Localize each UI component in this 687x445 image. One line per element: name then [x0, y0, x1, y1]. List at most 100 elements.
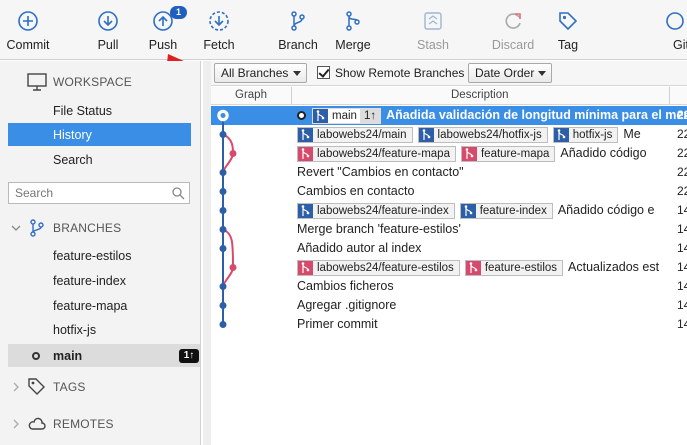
- sidebar-search-input[interactable]: [15, 186, 165, 200]
- commit-description: Agregar .gitignore: [297, 298, 396, 314]
- branch-icon: [291, 11, 305, 31]
- commit-button[interactable]: Commit: [0, 8, 56, 56]
- branch-tag-name: labowebs24/feature-index: [317, 205, 449, 217]
- sidebar-item-label: History: [53, 128, 92, 142]
- tags-section-header[interactable]: TAGS: [0, 374, 201, 400]
- chevron-right-icon: [13, 419, 19, 429]
- commit-date: 14: [677, 298, 687, 312]
- sidebar-item-file-status[interactable]: File Status: [8, 99, 191, 122]
- branches-section-header[interactable]: BRANCHES: [0, 215, 201, 241]
- branch-icon: [418, 128, 434, 142]
- order-select[interactable]: Date Order: [468, 63, 552, 83]
- graph-commit-node: [219, 188, 227, 195]
- commit-message: Añadido código: [560, 146, 647, 160]
- commit-description: Revert "Cambios en contacto": [297, 165, 464, 181]
- branch-label-tag[interactable]: main 1↑: [312, 108, 382, 124]
- branch-label-tag[interactable]: feature-index: [459, 203, 553, 219]
- pull-button[interactable]: Pull: [80, 8, 136, 56]
- graph-column-header[interactable]: Graph: [235, 89, 267, 101]
- branch-item-label: feature-mapa: [53, 299, 128, 313]
- tag-button[interactable]: Tag: [540, 8, 596, 56]
- commit-message: Añadida validación de longitud mínima pa…: [386, 108, 687, 122]
- branch-icon: [298, 204, 313, 218]
- commit-date: 14: [677, 279, 687, 293]
- commit-label: Commit: [6, 38, 50, 52]
- commit-date: 14: [677, 260, 687, 274]
- branch-icon: [313, 109, 328, 123]
- commit-date: 22: [677, 165, 687, 179]
- branch-item-feature-index[interactable]: feature-index: [8, 269, 200, 292]
- sidebar-item-search[interactable]: Search: [8, 148, 191, 171]
- branch-label-tag[interactable]: labowebs24/main: [297, 127, 413, 143]
- ahead-count: 1↑: [359, 109, 381, 123]
- branch-label-tag[interactable]: labowebs24/feature-mapa: [297, 146, 456, 162]
- column-divider[interactable]: [291, 87, 292, 105]
- description-column-header[interactable]: Description: [451, 89, 509, 101]
- commit-graph: [217, 109, 237, 328]
- remotes-section-header[interactable]: REMOTES: [0, 411, 201, 437]
- branch-label-tag[interactable]: labowebs24/hotfix-js: [417, 127, 548, 143]
- branch-label-tag[interactable]: hotfix-js: [552, 127, 619, 143]
- show-remote-branches-checkbox[interactable]: [317, 66, 330, 79]
- commit-message: Primer commit: [297, 317, 378, 331]
- branch-icon: [298, 261, 313, 275]
- sidebar: WORKSPACE File Status History Search BRA…: [0, 61, 201, 445]
- branch-label-tag[interactable]: feature-estilos: [464, 260, 564, 276]
- pull-label: Pull: [97, 38, 119, 52]
- commit-message: Agregar .gitignore: [297, 298, 397, 312]
- commit-description: labowebs24/feature-mapa feature-mapa Añadi…: [297, 146, 647, 162]
- plus-circle-icon: [18, 11, 38, 31]
- branch-label-tag[interactable]: feature-mapa: [460, 146, 556, 162]
- merge-label: Merge: [335, 38, 371, 52]
- fetch-label: Fetch: [203, 38, 235, 52]
- chevron-right-icon: [13, 382, 19, 392]
- commit-message: Cambios ficheros: [297, 279, 394, 293]
- discard-button[interactable]: Discard: [485, 8, 541, 56]
- push-count-badge: 1: [170, 6, 187, 19]
- sidebar-search-field[interactable]: [8, 182, 190, 204]
- branch-tag-name: main: [332, 110, 357, 122]
- commit-date: 14: [677, 222, 687, 236]
- branch-item-feature-mapa[interactable]: feature-mapa: [8, 294, 200, 317]
- branch-item-label: hotfix-js: [53, 323, 97, 337]
- tags-label: TAGS: [53, 380, 86, 394]
- stash-icon: [424, 12, 442, 30]
- graph-commit-node: [219, 283, 227, 290]
- graph-commit-node: [219, 131, 227, 138]
- stash-button[interactable]: Stash: [405, 8, 461, 56]
- commit-message: Cambios en contacto: [297, 184, 415, 198]
- commit-date: 14: [677, 317, 687, 331]
- workspace-label: WORKSPACE: [53, 75, 132, 89]
- branch-tag-name: feature-index: [479, 205, 547, 217]
- commit-description: labowebs24/main labowebs24/hotfix-js hotfi…: [297, 127, 641, 143]
- branch-item-main[interactable]: main 1↑: [8, 344, 200, 367]
- commit-message: Añadido código e: [557, 203, 655, 217]
- push-label: Push: [148, 38, 178, 52]
- branches-filter-select[interactable]: All Branches: [214, 63, 307, 83]
- branch-item-hotfix-js[interactable]: hotfix-js: [8, 318, 200, 341]
- branch-item-feature-estilos[interactable]: feature-estilos: [8, 244, 200, 267]
- merge-button[interactable]: Merge: [325, 8, 381, 56]
- git-flow-button[interactable]: Git: [655, 8, 687, 56]
- branch-label-tag[interactable]: labowebs24/feature-estilos: [297, 260, 460, 276]
- git-flow-label: Git: [673, 38, 687, 52]
- toolbar: Commit Pull Push 1 Fetch Branch Merge St…: [0, 0, 687, 60]
- graph-branch-line: [222, 228, 235, 287]
- splitter[interactable]: [203, 61, 211, 445]
- sidebar-item-history[interactable]: History: [8, 123, 191, 146]
- commit-description: Cambios ficheros: [297, 279, 394, 295]
- commit-description: Cambios en contacto: [297, 184, 414, 200]
- commit-description: labowebs24/feature-index feature-index Aña…: [297, 203, 654, 219]
- graph-commit-node: [219, 207, 227, 214]
- branch-icon: [465, 261, 481, 275]
- sidebar-item-label: Search: [53, 153, 93, 167]
- cloud-icon: [28, 417, 46, 430]
- branch-label-tag[interactable]: labowebs24/feature-index: [297, 203, 455, 219]
- fetch-button[interactable]: Fetch: [191, 8, 247, 56]
- branch-button[interactable]: Branch: [270, 8, 326, 56]
- tag-icon: [28, 378, 45, 395]
- graph-commit-node: [219, 245, 227, 252]
- column-divider[interactable]: [669, 87, 670, 105]
- branch-item-label: feature-estilos: [53, 249, 132, 263]
- commit-message: Merge branch 'feature-estilos': [297, 222, 461, 236]
